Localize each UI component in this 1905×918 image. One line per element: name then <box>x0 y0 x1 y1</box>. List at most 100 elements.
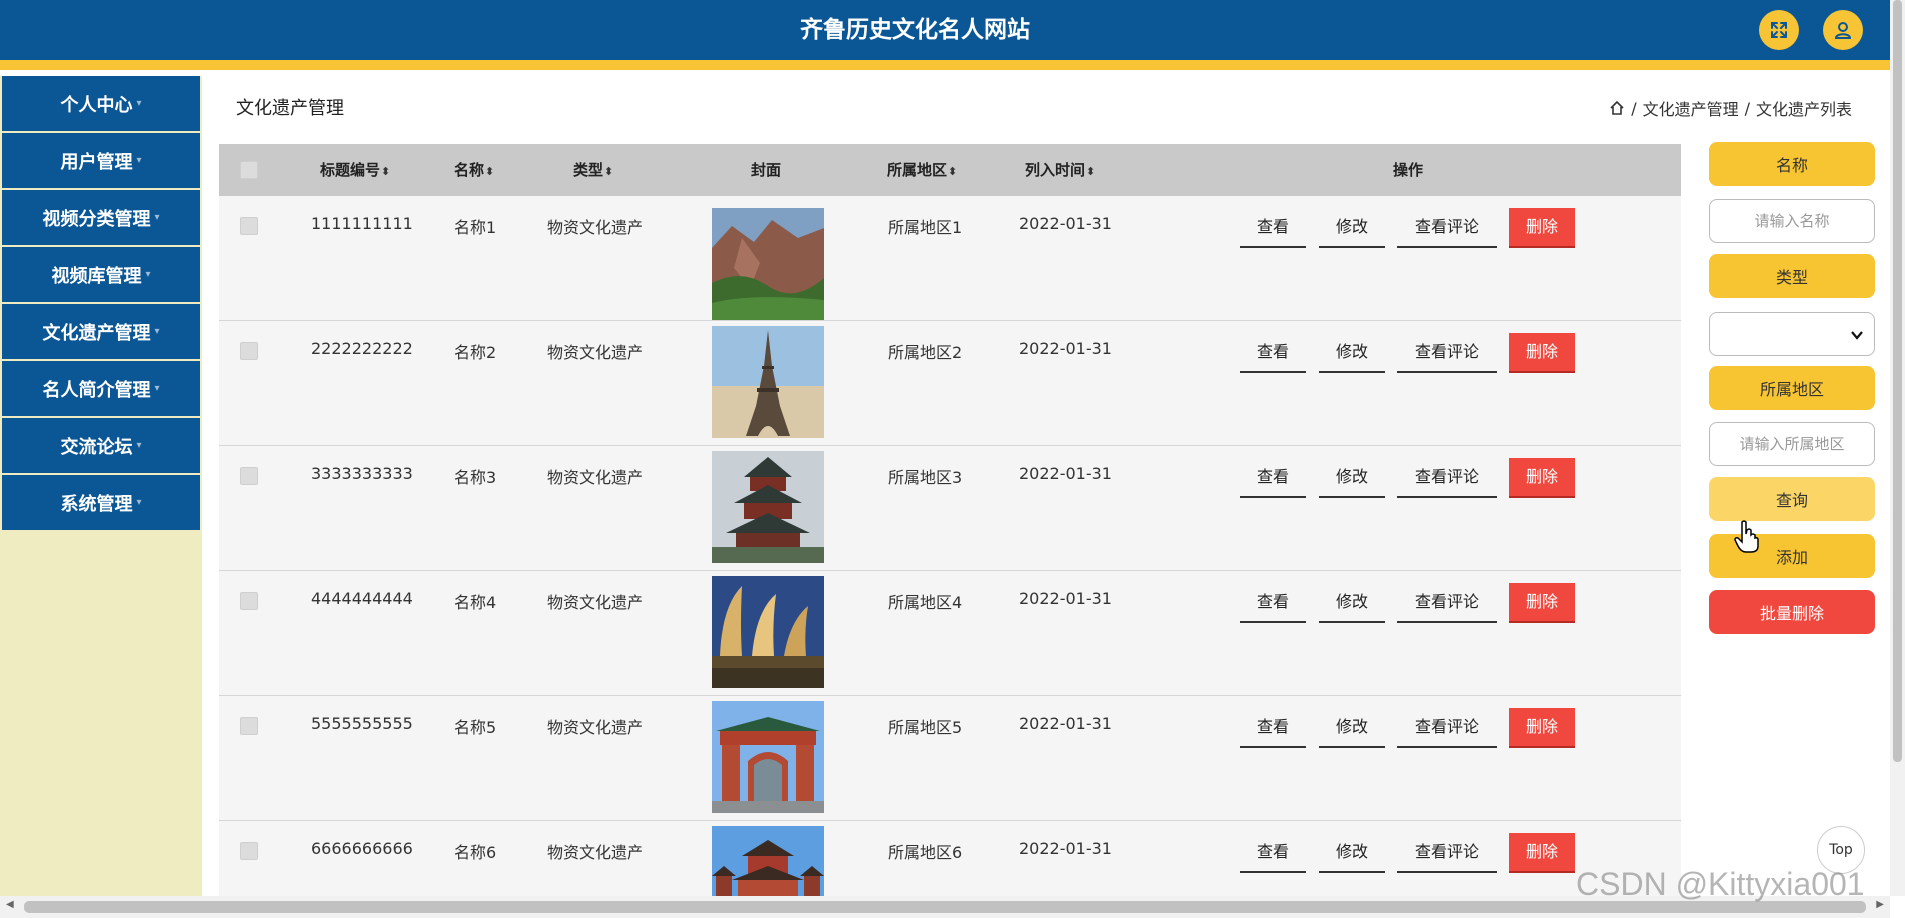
cell-region: 所属地区3 <box>888 468 963 487</box>
home-icon[interactable] <box>1609 100 1625 116</box>
cover-image <box>712 826 824 896</box>
vertical-scrollbar[interactable] <box>1890 0 1905 896</box>
table-row: 3333333333 名称3 物资文化遗产 所属地区3 2022-01-31 查… <box>219 446 1681 571</box>
cell-name: 名称2 <box>454 343 497 362</box>
name-filter-label: 名称 <box>1709 142 1875 186</box>
scroll-left-icon[interactable]: ◀ <box>6 899 14 910</box>
cell-code: 3333333333 <box>311 464 413 483</box>
expand-arrows-icon <box>1771 22 1787 38</box>
query-button[interactable]: 查询 <box>1709 477 1875 521</box>
sidebar-item-heritage[interactable]: 文化遗产管理 ▾ <box>2 304 200 359</box>
delete-button[interactable]: 删除 <box>1509 583 1575 623</box>
header-stripe <box>0 60 1890 70</box>
view-button[interactable]: 查看 <box>1240 333 1306 373</box>
region-search-input[interactable] <box>1709 422 1875 466</box>
sidebar-item-label: 视频分类管理 <box>42 208 151 230</box>
cell-code: 2222222222 <box>311 339 413 358</box>
name-search-input[interactable] <box>1709 199 1875 243</box>
breadcrumb-separator: / <box>1631 98 1637 118</box>
row-checkbox[interactable] <box>240 592 258 610</box>
cell-name: 名称3 <box>454 468 497 487</box>
row-checkbox[interactable] <box>240 217 258 235</box>
sidebar-item-forum[interactable]: 交流论坛 ▾ <box>2 418 200 473</box>
view-button[interactable]: 查看 <box>1240 208 1306 248</box>
type-select[interactable] <box>1709 312 1875 356</box>
cell-date: 2022-01-31 <box>1019 214 1112 233</box>
sidebar-item-label: 用户管理 <box>60 151 133 173</box>
cell-date: 2022-01-31 <box>1019 589 1112 608</box>
delete-button[interactable]: 删除 <box>1509 833 1575 873</box>
view-button[interactable]: 查看 <box>1240 583 1306 623</box>
vertical-scroll-thumb[interactable] <box>1893 0 1902 762</box>
heritage-table: 标题编号⬍ 名称⬍ 类型⬍ 封面 所属地区⬍ 列入时间⬍ 操作 11111111… <box>219 144 1681 896</box>
sort-icon: ⬍ <box>948 165 958 178</box>
cell-region: 所属地区1 <box>888 218 963 237</box>
fullscreen-button[interactable] <box>1759 10 1799 50</box>
cell-name: 名称5 <box>454 718 497 737</box>
scroll-right-icon[interactable]: ▶ <box>1876 899 1884 910</box>
view-comments-button[interactable]: 查看评论 <box>1397 333 1497 373</box>
edit-button[interactable]: 修改 <box>1319 833 1385 873</box>
row-checkbox[interactable] <box>240 467 258 485</box>
select-all-checkbox[interactable] <box>240 161 258 179</box>
column-header-region[interactable]: 所属地区⬍ <box>887 144 957 196</box>
view-button[interactable]: 查看 <box>1240 458 1306 498</box>
cover-image <box>712 326 824 438</box>
row-checkbox[interactable] <box>240 717 258 735</box>
user-button[interactable] <box>1823 10 1863 50</box>
breadcrumb-level1[interactable]: 文化遗产管理 <box>1643 96 1739 120</box>
cell-date: 2022-01-31 <box>1019 839 1112 858</box>
column-header-type[interactable]: 类型⬍ <box>573 144 613 196</box>
sidebar-item-video-category[interactable]: 视频分类管理 ▾ <box>2 190 200 245</box>
chevron-down-icon: ▾ <box>154 326 160 337</box>
sidebar-item-video-library[interactable]: 视频库管理 ▾ <box>2 247 200 302</box>
edit-button[interactable]: 修改 <box>1319 458 1385 498</box>
view-button[interactable]: 查看 <box>1240 708 1306 748</box>
cell-type: 物资文化遗产 <box>547 343 644 362</box>
sort-icon: ⬍ <box>1086 165 1096 178</box>
cell-date: 2022-01-31 <box>1019 714 1112 733</box>
view-comments-button[interactable]: 查看评论 <box>1397 833 1497 873</box>
delete-button[interactable]: 删除 <box>1509 708 1575 748</box>
view-comments-button[interactable]: 查看评论 <box>1397 208 1497 248</box>
page-title: 文化遗产管理 <box>236 98 344 119</box>
delete-button[interactable]: 删除 <box>1509 458 1575 498</box>
edit-button[interactable]: 修改 <box>1319 333 1385 373</box>
chevron-down-icon: ▾ <box>154 383 160 394</box>
hand-pointer-icon <box>1734 520 1759 553</box>
column-header-date[interactable]: 列入时间⬍ <box>1025 144 1095 196</box>
column-header-name[interactable]: 名称⬍ <box>454 144 494 196</box>
row-checkbox[interactable] <box>240 842 258 860</box>
edit-button[interactable]: 修改 <box>1319 208 1385 248</box>
chevron-down-icon <box>1851 331 1863 340</box>
sidebar-item-personal-center[interactable]: 个人中心 ▾ <box>2 76 200 131</box>
view-comments-button[interactable]: 查看评论 <box>1397 583 1497 623</box>
view-comments-button[interactable]: 查看评论 <box>1397 458 1497 498</box>
delete-button[interactable]: 删除 <box>1509 208 1575 248</box>
cell-region: 所属地区6 <box>888 843 963 862</box>
sidebar-item-system[interactable]: 系统管理 ▾ <box>2 475 200 530</box>
column-header-code[interactable]: 标题编号⬍ <box>320 144 390 196</box>
row-checkbox[interactable] <box>240 342 258 360</box>
view-comments-button[interactable]: 查看评论 <box>1397 708 1497 748</box>
sidebar-item-celebrities[interactable]: 名人简介管理 ▾ <box>2 361 200 416</box>
edit-button[interactable]: 修改 <box>1319 583 1385 623</box>
edit-button[interactable]: 修改 <box>1319 708 1385 748</box>
cell-region: 所属地区5 <box>888 718 963 737</box>
table-row: 4444444444 名称4 物资文化遗产 所属地区4 2022-01-31 查… <box>219 571 1681 696</box>
user-icon <box>1834 22 1852 39</box>
cell-date: 2022-01-31 <box>1019 464 1112 483</box>
delete-button[interactable]: 删除 <box>1509 333 1575 373</box>
cell-region: 所属地区2 <box>888 343 963 362</box>
sidebar-item-users[interactable]: 用户管理 ▾ <box>2 133 200 188</box>
sort-icon: ⬍ <box>485 165 495 178</box>
cell-code: 6666666666 <box>311 839 413 858</box>
cell-type: 物资文化遗产 <box>547 218 644 237</box>
type-filter-label: 类型 <box>1709 254 1875 298</box>
chevron-down-icon: ▾ <box>154 212 160 223</box>
batch-delete-button[interactable]: 批量删除 <box>1709 590 1875 634</box>
breadcrumb-separator: / <box>1744 98 1750 118</box>
chevron-down-icon: ▾ <box>136 155 142 166</box>
view-button[interactable]: 查看 <box>1240 833 1306 873</box>
cell-code: 4444444444 <box>311 589 413 608</box>
